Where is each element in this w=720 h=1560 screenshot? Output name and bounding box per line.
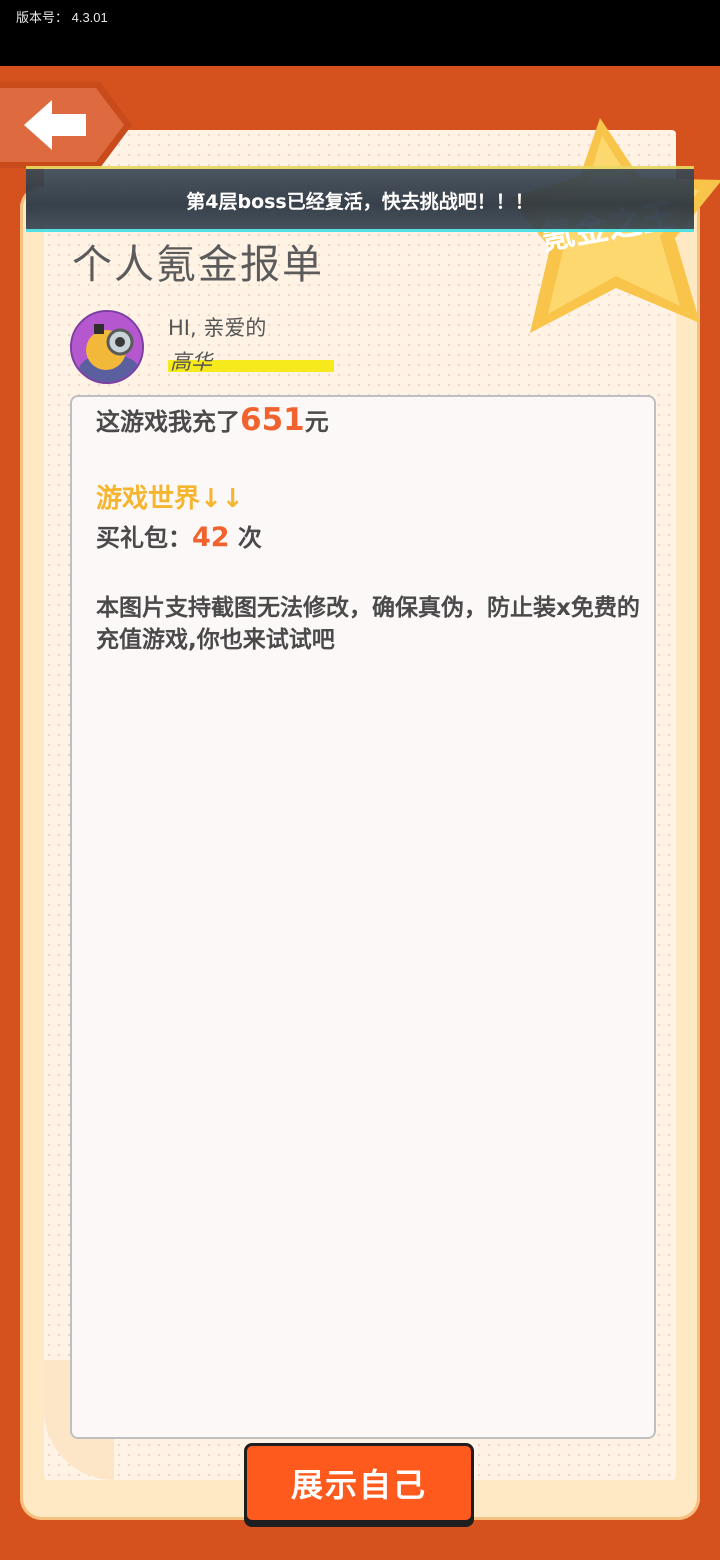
gift-count: 42 — [192, 522, 230, 553]
avatar — [70, 310, 144, 384]
gift-prefix: 买礼包： — [96, 524, 192, 552]
back-button[interactable] — [0, 82, 132, 168]
version-label: 版本号： 4.3.01 — [16, 10, 108, 25]
top-status-bar: 版本号： 4.3.01 — [0, 0, 720, 66]
page-title: 个人氪金报单 — [72, 242, 324, 288]
gift-line: 买礼包：42 次 — [96, 518, 262, 553]
game-world-label: 游戏世界↓↓ — [96, 484, 244, 514]
show-off-label: 展示自己 — [290, 1466, 427, 1504]
greeting-text: HI, 亲爱的 — [168, 316, 267, 340]
spent-line: 这游戏我充了651元 — [96, 402, 329, 438]
spent-prefix: 这游戏我充了 — [96, 408, 240, 436]
boss-notice-banner: 第4层boss已经复活，快去挑战吧！！！ — [26, 166, 694, 232]
username: 高华 — [170, 350, 212, 374]
back-arrow-icon — [0, 82, 132, 168]
spent-suffix: 元 — [304, 408, 329, 436]
spent-amount: 651 — [240, 402, 305, 438]
show-off-button[interactable]: 展示自己 — [244, 1443, 474, 1523]
gift-suffix: 次 — [229, 524, 262, 552]
description-text: 本图片支持截图无法修改，确保真伪，防止装x免费的充值游戏,你也来试试吧 — [96, 595, 640, 653]
notice-text: 第4层boss已经复活，快去挑战吧！！！ — [186, 191, 534, 213]
